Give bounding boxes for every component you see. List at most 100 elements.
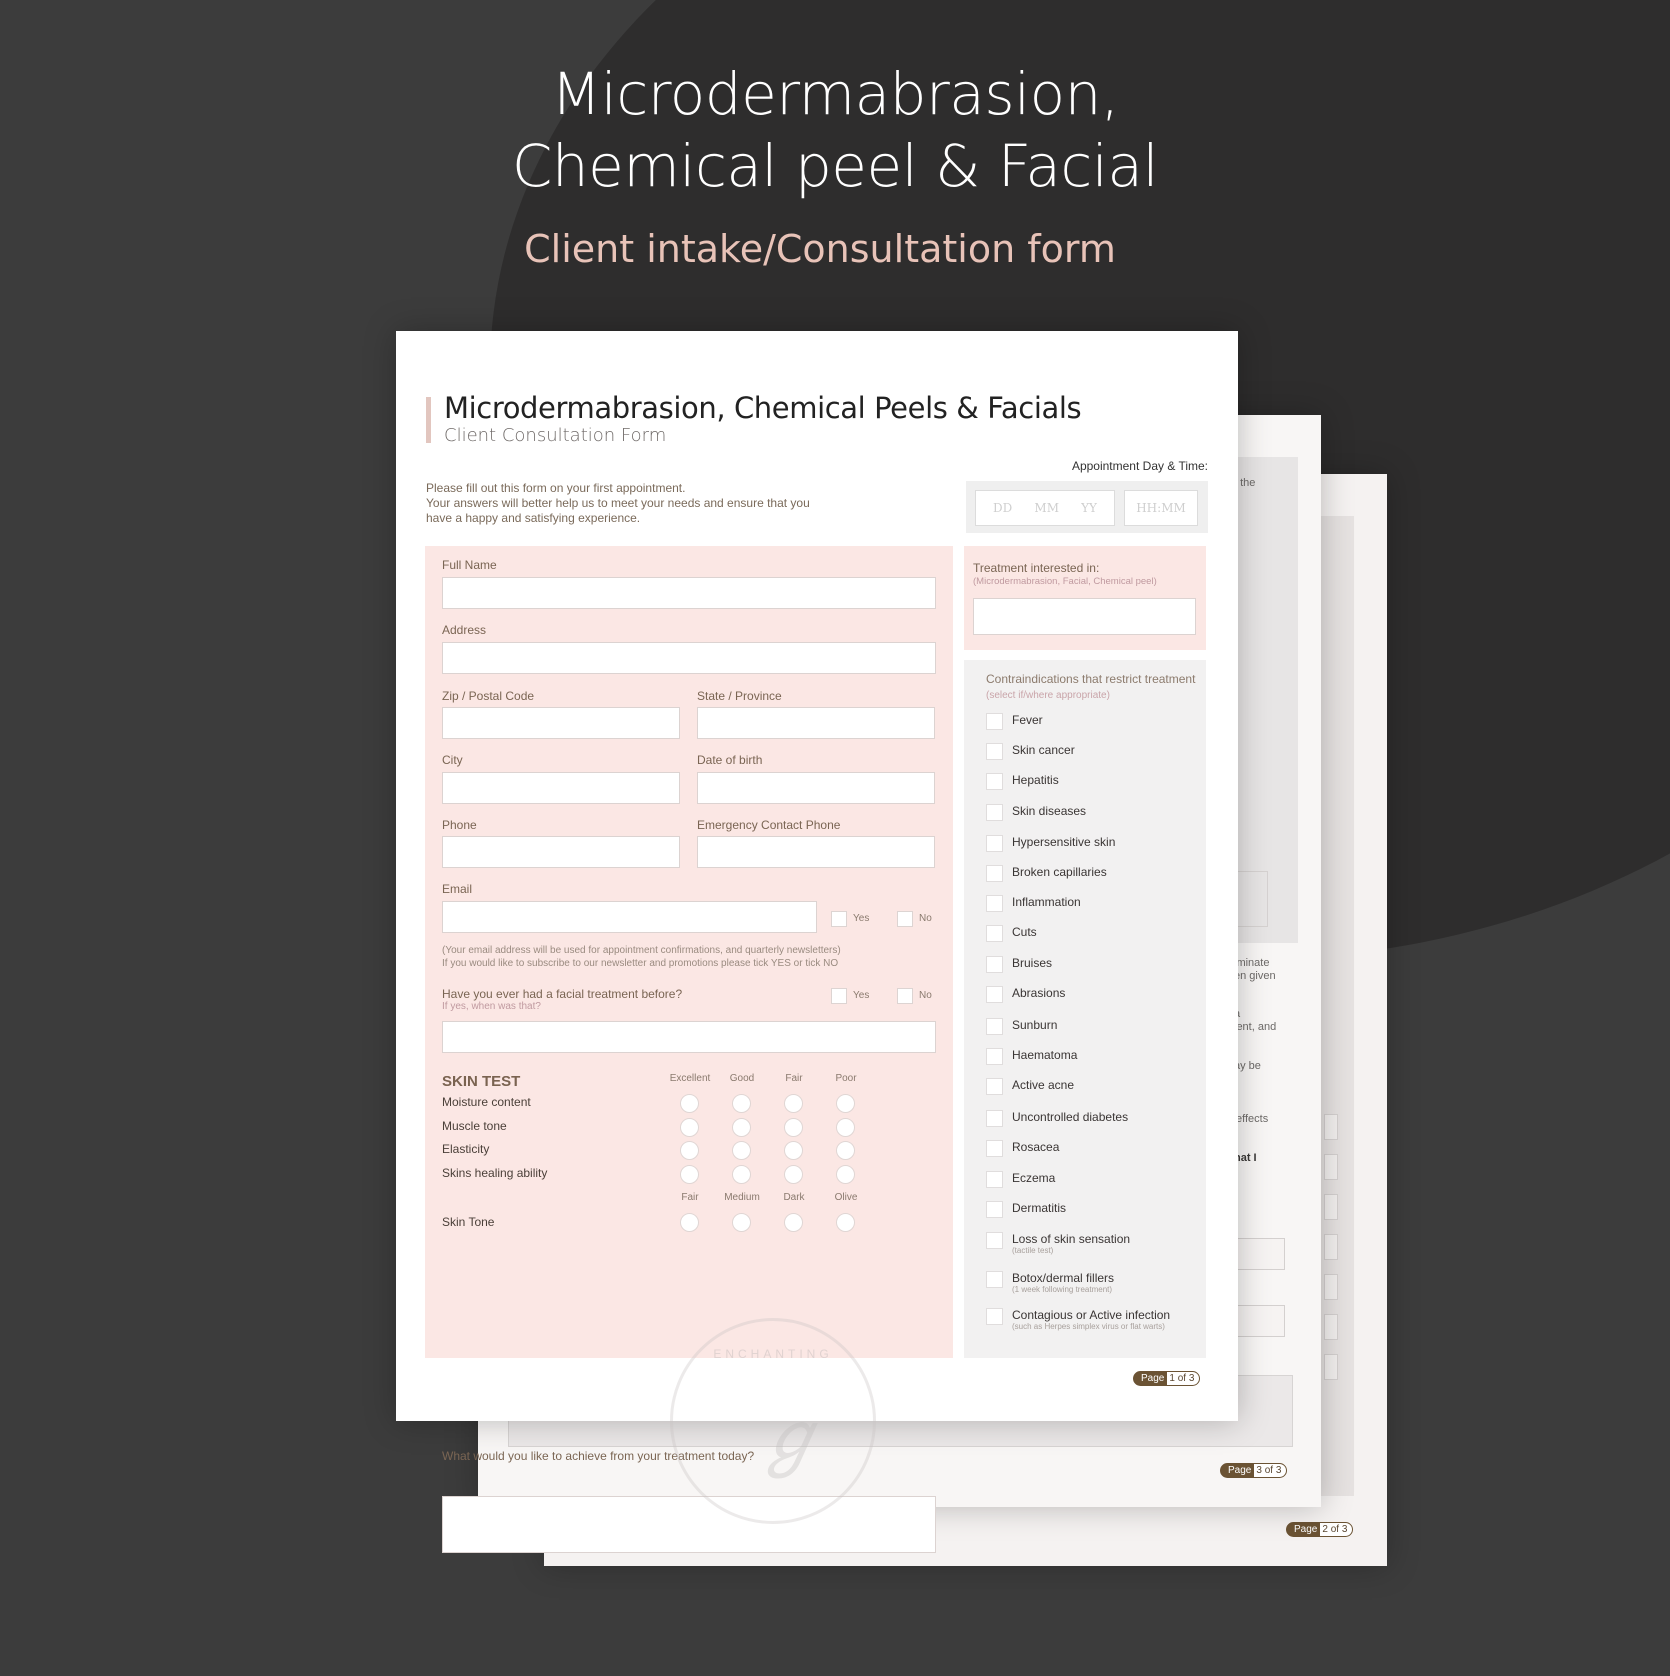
goal-textarea[interactable] — [442, 1496, 936, 1553]
skin-test-radio[interactable] — [680, 1118, 699, 1137]
contraindication-checkbox[interactable] — [986, 1140, 1003, 1157]
skin-test-radio[interactable] — [784, 1118, 803, 1137]
skin-test-title: SKIN TEST — [442, 1073, 521, 1090]
contraindication-checkbox[interactable] — [986, 895, 1003, 912]
contraindication-item[interactable]: Bruises — [986, 956, 1052, 973]
contraindication-item[interactable]: Loss of skin sensation (tactile test) — [986, 1232, 1130, 1256]
skin-test-radio[interactable] — [732, 1141, 751, 1160]
contraindication-text: Skin cancer — [1012, 743, 1075, 757]
contraindication-text: Skin diseases — [1012, 804, 1086, 818]
contraindication-item[interactable]: Contagious or Active infection (such as H… — [986, 1308, 1170, 1332]
contraindication-checkbox[interactable] — [986, 1078, 1003, 1095]
contraindication-item[interactable]: Botox/dermal fillers (1 week following tr… — [986, 1271, 1114, 1295]
email-input[interactable] — [442, 901, 817, 933]
contraindication-text: Hypersensitive skin — [1012, 835, 1115, 849]
contraindication-checkbox[interactable] — [986, 804, 1003, 821]
contraindications-title: Contraindications that restrict treatmen… — [986, 672, 1196, 701]
address-input[interactable] — [442, 642, 936, 674]
page-badge: Page 3 of 3 — [1220, 1463, 1288, 1478]
skin-test-radio[interactable] — [680, 1094, 699, 1113]
contraindication-text: Sunburn — [1012, 1018, 1057, 1032]
contraindication-item[interactable]: Dermatitis — [986, 1201, 1066, 1218]
contraindication-text: Broken capillaries — [1012, 865, 1107, 879]
field-stub — [1324, 1114, 1338, 1140]
text-fragment: ay be — [1234, 1060, 1261, 1072]
contraindication-checkbox[interactable] — [986, 956, 1003, 973]
skin-test-radio[interactable] — [732, 1118, 751, 1137]
contraindication-checkbox[interactable] — [986, 1018, 1003, 1035]
contraindication-item[interactable]: Active acne — [986, 1078, 1074, 1095]
contraindication-item[interactable]: Inflammation — [986, 895, 1081, 912]
facial-before-no-checkbox[interactable] — [897, 988, 913, 1004]
contraindication-item[interactable]: Broken capillaries — [986, 865, 1107, 882]
contraindication-checkbox[interactable] — [986, 925, 1003, 942]
contraindication-checkbox[interactable] — [986, 1308, 1003, 1325]
contraindication-item[interactable]: Eczema — [986, 1171, 1055, 1188]
contraindication-item[interactable]: Fever — [986, 713, 1043, 730]
skin-test-radio[interactable] — [836, 1165, 855, 1184]
contraindication-item[interactable]: Sunburn — [986, 1018, 1057, 1035]
contraindication-checkbox[interactable] — [986, 1171, 1003, 1188]
newsletter-yes-checkbox[interactable] — [831, 911, 847, 927]
facial-before-yes-checkbox[interactable] — [831, 988, 847, 1004]
email-note: (Your email address will be used for app… — [442, 945, 841, 969]
skin-tone-radio[interactable] — [836, 1213, 855, 1232]
full-name-input[interactable] — [442, 577, 936, 609]
year-placeholder: YY — [1081, 501, 1097, 515]
contraindication-label: Broken capillaries — [1012, 865, 1107, 879]
newsletter-no-checkbox[interactable] — [897, 911, 913, 927]
contraindication-text: Abrasions — [1012, 986, 1065, 1000]
contraindication-item[interactable]: Skin cancer — [986, 743, 1075, 760]
skin-test-radio[interactable] — [784, 1141, 803, 1160]
skin-test-radio[interactable] — [836, 1118, 855, 1137]
contraindication-checkbox[interactable] — [986, 835, 1003, 852]
skin-tone-radio[interactable] — [784, 1213, 803, 1232]
skin-test-radio[interactable] — [836, 1141, 855, 1160]
skin-test-radio[interactable] — [732, 1165, 751, 1184]
contraindication-checkbox[interactable] — [986, 865, 1003, 882]
treatment-input[interactable] — [973, 598, 1196, 635]
contraindication-checkbox[interactable] — [986, 1201, 1003, 1218]
contraindication-item[interactable]: Cuts — [986, 925, 1037, 942]
skin-tone-radio[interactable] — [680, 1213, 699, 1232]
skin-test-radio[interactable] — [836, 1094, 855, 1113]
contraindication-item[interactable]: Abrasions — [986, 986, 1065, 1003]
skin-test-radio[interactable] — [784, 1094, 803, 1113]
contraindication-item[interactable]: Skin diseases — [986, 804, 1086, 821]
dob-input[interactable] — [697, 772, 935, 804]
field-stub — [1324, 1154, 1338, 1180]
contraindications-hint: (select if/where appropriate) — [986, 690, 1110, 701]
page-badge: Page 2 of 3 — [1286, 1522, 1354, 1537]
skin-test-radio[interactable] — [680, 1165, 699, 1184]
city-input[interactable] — [442, 772, 680, 804]
emergency-phone-input[interactable] — [697, 836, 935, 868]
contraindication-checkbox[interactable] — [986, 1232, 1003, 1249]
contraindication-item[interactable]: Haematoma — [986, 1048, 1077, 1065]
zip-input[interactable] — [442, 707, 680, 739]
contraindication-checkbox[interactable] — [986, 1271, 1003, 1288]
badge-number: 3 of 3 — [1254, 1464, 1287, 1477]
contraindication-label: Skin diseases — [1012, 804, 1087, 818]
contraindication-item[interactable]: Rosacea — [986, 1140, 1059, 1157]
contraindication-checkbox[interactable] — [986, 986, 1003, 1003]
contraindication-checkbox[interactable] — [986, 743, 1003, 760]
facial-before-input[interactable] — [442, 1021, 936, 1053]
appointment-time-field[interactable]: HH:MM — [1124, 490, 1198, 526]
contraindication-item[interactable]: Hypersensitive skin — [986, 835, 1115, 852]
contraindication-checkbox[interactable] — [986, 713, 1003, 730]
skin-test-radio[interactable] — [680, 1141, 699, 1160]
state-input[interactable] — [697, 707, 935, 739]
contraindication-item[interactable]: Hepatitis — [986, 773, 1059, 790]
time-placeholder: HH:MM — [1136, 501, 1186, 515]
contraindication-checkbox[interactable] — [986, 1110, 1003, 1127]
skin-tone-radio[interactable] — [732, 1213, 751, 1232]
contraindication-checkbox[interactable] — [986, 1048, 1003, 1065]
skin-test-radio[interactable] — [784, 1165, 803, 1184]
phone-input[interactable] — [442, 836, 680, 868]
day-placeholder: DD — [993, 501, 1013, 515]
skin-tone-column-header: Olive — [834, 1192, 858, 1203]
appointment-date-field[interactable]: DD MM YY — [975, 490, 1115, 526]
skin-test-radio[interactable] — [732, 1094, 751, 1113]
contraindication-checkbox[interactable] — [986, 773, 1003, 790]
contraindication-item[interactable]: Uncontrolled diabetes — [986, 1110, 1128, 1127]
